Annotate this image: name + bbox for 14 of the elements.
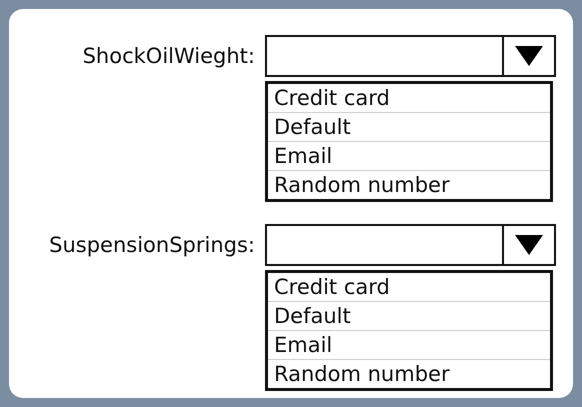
caret-icon (515, 235, 543, 255)
dropdown-option[interactable]: Email (268, 330, 550, 359)
dropdown-select[interactable] (265, 224, 556, 266)
field-label: SuspensionSprings: (48, 233, 256, 257)
dropdown-option[interactable]: Random number (268, 170, 550, 199)
dropdown-option[interactable]: Email (268, 141, 550, 170)
field-label: ShockOilWieght: (82, 44, 256, 68)
dropdown-option[interactable]: Credit card (268, 84, 550, 112)
dropdown-option[interactable]: Credit card (268, 273, 550, 301)
caret-icon (515, 46, 543, 66)
dropdown-option[interactable]: Default (268, 301, 550, 330)
dropdown-option[interactable]: Random number (268, 359, 550, 388)
dropdown-option[interactable]: Default (268, 112, 550, 141)
dropdown-select[interactable] (265, 35, 556, 77)
